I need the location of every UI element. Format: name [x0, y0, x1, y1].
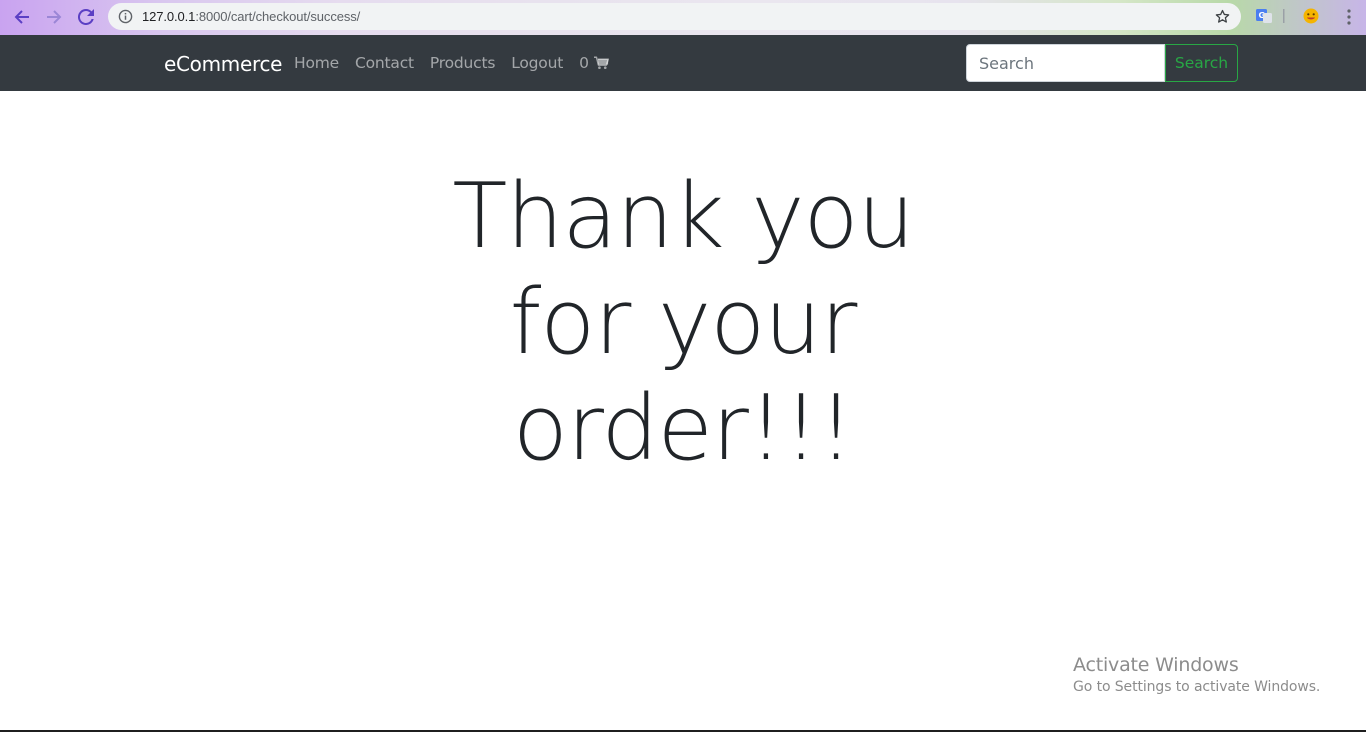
reload-icon: [78, 9, 94, 25]
info-icon[interactable]: [118, 9, 133, 24]
shopping-cart-icon: [593, 56, 609, 69]
forward-button[interactable]: [42, 6, 66, 28]
nav-links: Home Contact Products Logout 0: [294, 54, 625, 72]
search-input[interactable]: [966, 44, 1165, 82]
search-form: Search: [966, 44, 1238, 82]
translate-extension-icon[interactable]: G: [1255, 7, 1273, 25]
heading-line-1: Thank you: [452, 164, 914, 269]
url-text[interactable]: 127.0.0.1:8000/cart/checkout/success/: [142, 9, 360, 24]
watermark-title: Activate Windows: [1073, 654, 1239, 676]
divider-icon: [1283, 9, 1285, 23]
more-menu-icon[interactable]: [1346, 8, 1352, 26]
watermark-subtitle: Go to Settings to activate Windows.: [1073, 679, 1321, 695]
brand-link[interactable]: eCommerce: [164, 52, 282, 76]
heading-line-3: order!!!: [512, 376, 854, 481]
url-host: 127.0.0.1: [142, 9, 196, 24]
bookmark-star-icon[interactable]: [1214, 8, 1231, 25]
forward-arrow-icon: [47, 10, 62, 24]
browser-toolbar: 127.0.0.1:8000/cart/checkout/success/ G: [0, 0, 1366, 35]
heading-line-2: for your: [509, 270, 858, 375]
address-bar[interactable]: 127.0.0.1:8000/cart/checkout/success/: [108, 3, 1241, 30]
reload-button[interactable]: [74, 6, 98, 28]
emoji-extension-icon[interactable]: [1302, 7, 1320, 25]
nav-link-products[interactable]: Products: [430, 54, 496, 72]
back-arrow-icon: [14, 10, 29, 24]
nav-link-logout[interactable]: Logout: [511, 54, 563, 72]
cart-link[interactable]: 0: [579, 54, 609, 72]
back-button[interactable]: [10, 6, 34, 28]
site-navbar: eCommerce Home Contact Products Logout 0…: [0, 35, 1366, 91]
thank-you-heading: Thank you for your order!!!: [433, 164, 933, 482]
main-content: Thank you for your order!!!: [0, 91, 1366, 731]
search-button[interactable]: Search: [1165, 44, 1238, 82]
nav-link-contact[interactable]: Contact: [355, 54, 414, 72]
windows-activation-watermark: Activate Windows Go to Settings to activ…: [1073, 654, 1320, 695]
cart-count: 0: [579, 54, 589, 72]
url-path: :8000/cart/checkout/success/: [195, 9, 361, 24]
nav-link-home[interactable]: Home: [294, 54, 339, 72]
